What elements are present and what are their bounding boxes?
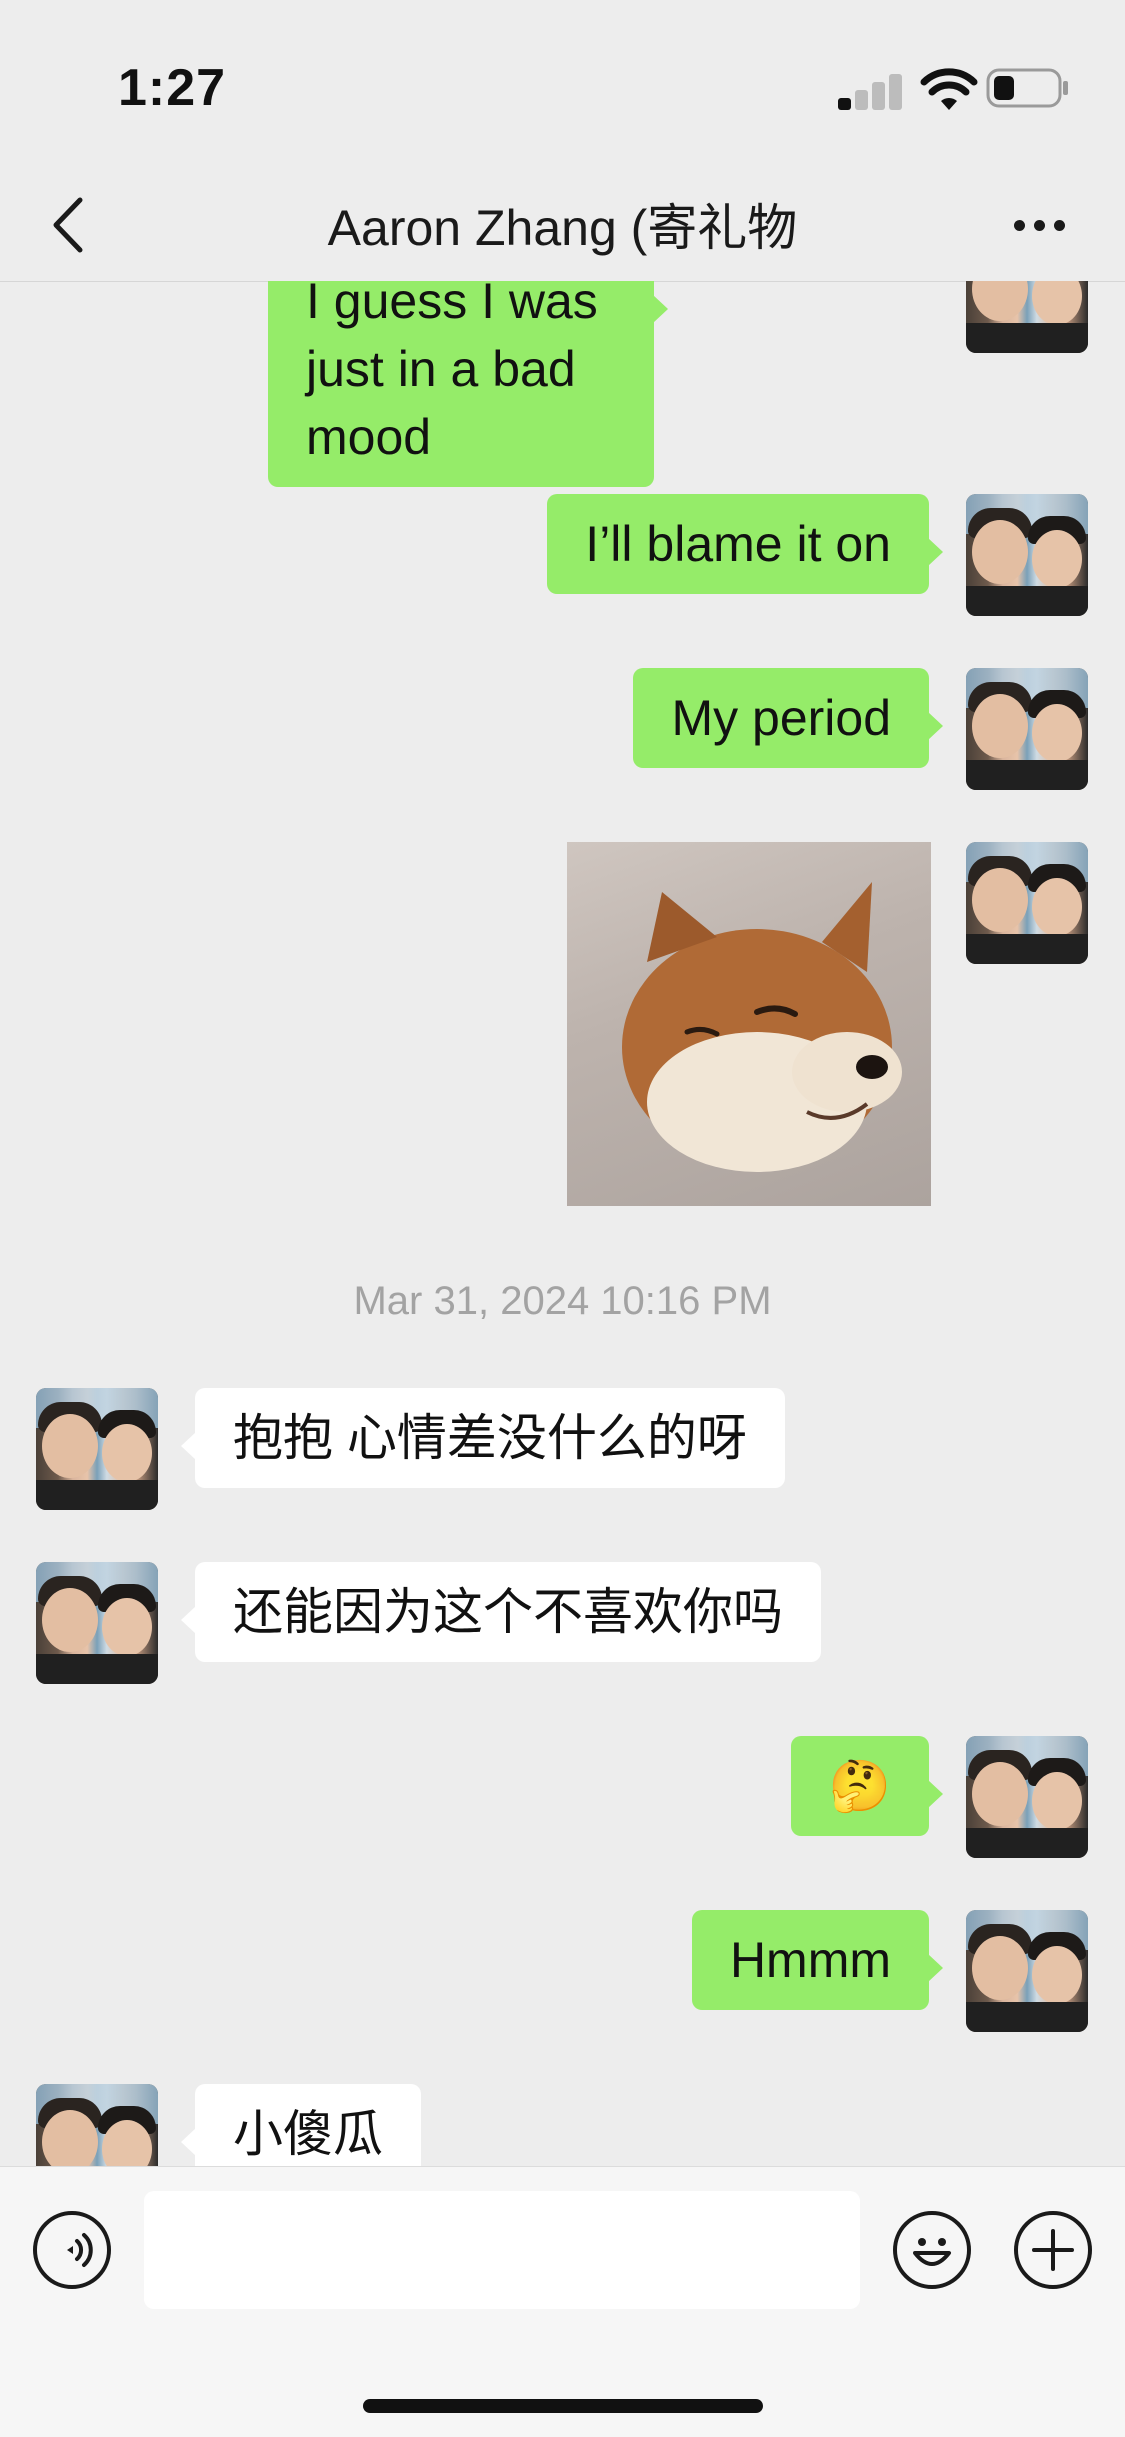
avatar[interactable]: [966, 1736, 1088, 1858]
voice-icon[interactable]: [33, 2211, 111, 2289]
sent-message[interactable]: 🤔: [790, 1736, 944, 1836]
avatar[interactable]: [966, 281, 1088, 353]
emoji-icon[interactable]: [893, 2211, 971, 2289]
message-list[interactable]: I guess I was just in a bad mood I’ll bl…: [0, 281, 1125, 2166]
sent-message[interactable]: My period: [633, 668, 943, 768]
sent-message[interactable]: Hmmm: [691, 1910, 944, 2010]
message-timestamp: Mar 31, 2024 10:16 PM: [353, 1279, 772, 1323]
chevron-left-icon[interactable]: [44, 190, 94, 260]
sent-image-sticker[interactable]: [567, 842, 931, 1206]
avatar[interactable]: [36, 1562, 158, 1684]
chat-header: Aaron Zhang (寄礼物: [0, 170, 1125, 282]
sent-message[interactable]: I’ll blame it on: [547, 494, 943, 594]
status-time: 1:27: [118, 59, 227, 117]
home-indicator[interactable]: [363, 2399, 763, 2413]
avatar[interactable]: [966, 842, 1088, 964]
battery-icon: [986, 68, 1068, 108]
input-bar: [0, 2166, 1125, 2437]
avatar[interactable]: [966, 1910, 1088, 2032]
signal-icon: [838, 72, 902, 110]
status-bar: 1:27: [0, 0, 1125, 170]
chat-title: Aaron Zhang (寄礼物: [327, 200, 798, 256]
avatar[interactable]: [36, 2084, 158, 2166]
avatar[interactable]: [966, 668, 1088, 790]
message-input[interactable]: [144, 2191, 860, 2309]
wifi-icon: [920, 68, 978, 110]
more-dots-icon[interactable]: [1010, 208, 1070, 238]
received-message[interactable]: 抱抱 心情差没什么的呀: [181, 1388, 785, 1488]
received-message[interactable]: 还能因为这个不喜欢你吗: [181, 1562, 821, 1662]
received-message[interactable]: 小傻瓜: [181, 2084, 421, 2166]
plus-icon[interactable]: [1014, 2211, 1092, 2289]
avatar[interactable]: [36, 1388, 158, 1510]
sent-message[interactable]: I guess I was just in a bad mood: [268, 281, 668, 487]
avatar[interactable]: [966, 494, 1088, 616]
shiba-dog-image: [622, 882, 902, 1172]
